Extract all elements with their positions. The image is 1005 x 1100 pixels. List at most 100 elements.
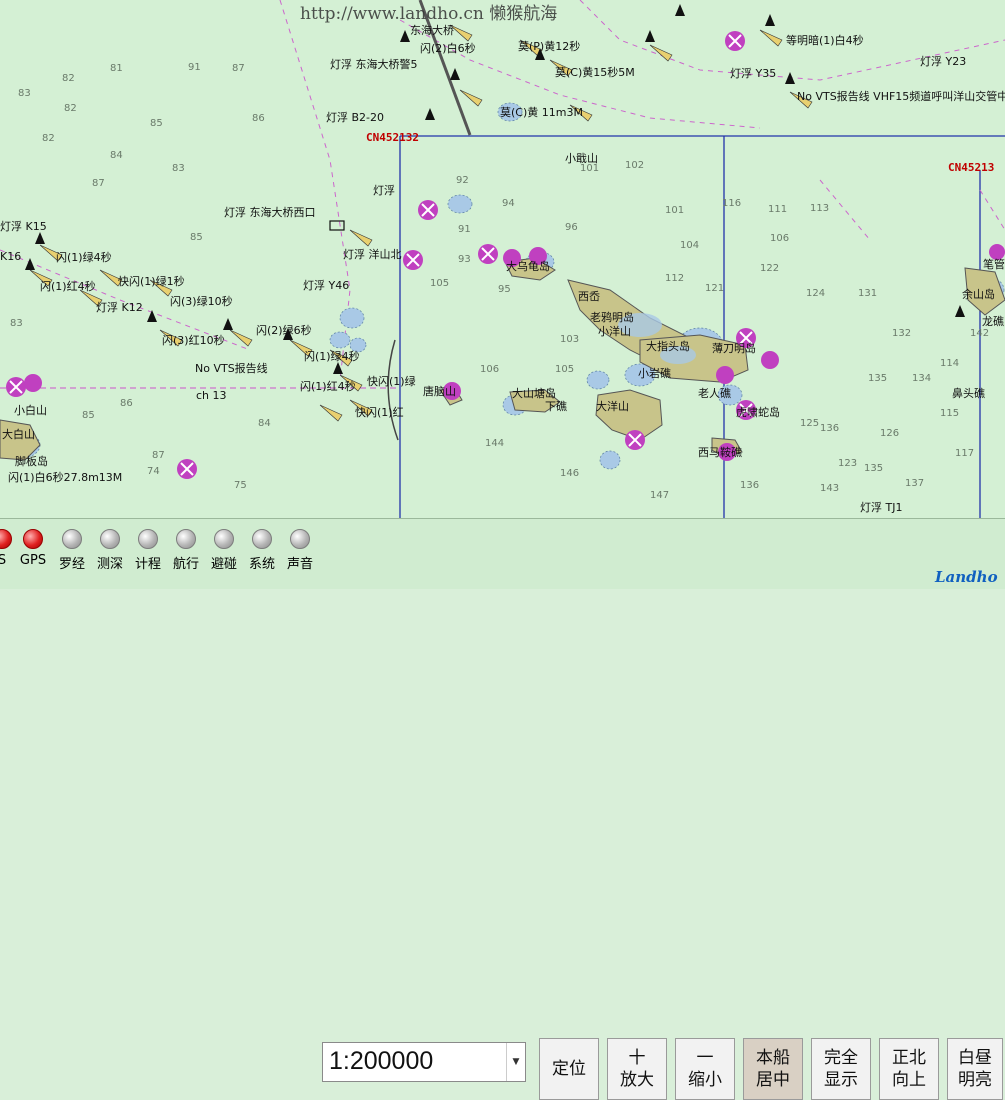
sounding: 93 bbox=[458, 254, 471, 265]
sounding: 106 bbox=[480, 364, 499, 375]
status-light-icon bbox=[290, 529, 310, 549]
sounding: 87 bbox=[152, 450, 165, 461]
status-indicator: 声音 bbox=[280, 529, 320, 572]
chart-svg[interactable]: 82 81 82 91 87 82 83 85 84 87 83 86 92 94 102 91 101 93 95… bbox=[0, 0, 1005, 518]
place-label: 唐脑山 bbox=[423, 384, 456, 398]
cell-id: CN45213 bbox=[948, 161, 994, 174]
traffic-lanes bbox=[0, 0, 1005, 381]
status-label: 航行 bbox=[172, 557, 199, 572]
status-indicator: 罗经 bbox=[52, 529, 92, 572]
day-bright-button[interactable]: 白昼 明亮 bbox=[947, 1038, 1003, 1100]
sounding: 114 bbox=[940, 358, 959, 369]
sounding: 111 bbox=[768, 204, 787, 215]
place-label: 小洋山 bbox=[598, 324, 631, 338]
place-label: 龙礁 bbox=[982, 314, 1004, 328]
place-label: 小白山 bbox=[14, 403, 47, 417]
place-label: 大洋山 bbox=[596, 399, 629, 413]
aid-label: 灯浮 东海大桥警5 bbox=[330, 57, 418, 71]
cell-id-layer: CN452132 CN45213 bbox=[366, 131, 994, 174]
center-ship-button[interactable]: 本船 居中 bbox=[743, 1038, 803, 1100]
sounding: 91 bbox=[458, 224, 471, 235]
sounding: 86 bbox=[252, 113, 265, 124]
status-light-icon bbox=[100, 529, 120, 549]
sounding: 82 bbox=[64, 103, 77, 114]
status-indicator: 避碰 bbox=[204, 529, 244, 572]
aid-label: 闪(1)红4秒 bbox=[40, 279, 96, 293]
place-label: 鼻头礁 bbox=[952, 386, 985, 400]
sounding: 105 bbox=[430, 278, 449, 289]
sounding: 85 bbox=[82, 410, 95, 421]
status-light-icon bbox=[252, 529, 272, 549]
aid-label: 莫(P)黄12秒 bbox=[518, 39, 580, 53]
place-label: 西马鞍礁 bbox=[698, 445, 742, 459]
sounding: 117 bbox=[955, 448, 974, 459]
sounding: 92 bbox=[456, 175, 469, 186]
zoom-out-button[interactable]: 一 缩小 bbox=[675, 1038, 735, 1100]
sounding: 83 bbox=[172, 163, 185, 174]
place-label: 老鸦明岛 bbox=[590, 310, 634, 324]
sounding: 135 bbox=[864, 463, 883, 474]
sounding: 136 bbox=[740, 480, 759, 491]
status-label: 避碰 bbox=[210, 557, 237, 572]
aid-label: 灯浮 Y46 bbox=[303, 279, 349, 292]
aid-label: 闪(3)绿10秒 bbox=[170, 294, 233, 308]
sounding: 143 bbox=[820, 483, 839, 494]
scale-select[interactable]: 1:200000 ▼ bbox=[322, 1042, 526, 1082]
full-display-button[interactable]: 完全 显示 bbox=[811, 1038, 871, 1100]
chart-app: 82 81 82 91 87 82 83 85 84 87 83 86 92 94 102 91 101 93 95… bbox=[0, 0, 1005, 1100]
aid-label: 闪(3)红10秒 bbox=[162, 333, 225, 347]
aid-label: 灯浮 B2-20 bbox=[326, 111, 384, 124]
sounding: 142 bbox=[970, 328, 989, 339]
sounding: 85 bbox=[150, 118, 163, 129]
locate-button[interactable]: 定位 bbox=[539, 1038, 599, 1100]
sounding: 147 bbox=[650, 490, 669, 501]
place-label: 下礁 bbox=[545, 399, 567, 413]
sounding: 123 bbox=[838, 458, 857, 469]
place-label: 大白山 bbox=[2, 427, 35, 441]
cell-id: CN452132 bbox=[366, 131, 419, 144]
sounding: 136 bbox=[820, 423, 839, 434]
status-label: 系统 bbox=[248, 557, 275, 572]
sounding: 144 bbox=[485, 438, 504, 449]
place-label: 老人礁 bbox=[698, 386, 731, 400]
landho-logo: Landho bbox=[935, 568, 998, 586]
aid-label: 莫(C)黄 11m3M bbox=[500, 105, 583, 119]
sounding: 95 bbox=[498, 284, 511, 295]
sounding: 83 bbox=[10, 318, 23, 329]
sounding: 126 bbox=[880, 428, 899, 439]
aid-label: 灯浮 东海大桥西口 bbox=[224, 205, 316, 219]
status-indicator: 系统 bbox=[242, 529, 282, 572]
sounding: 106 bbox=[770, 233, 789, 244]
sounding: 86 bbox=[120, 398, 133, 409]
aid-label: 灯浮 Y23 bbox=[920, 55, 966, 68]
sounding: 82 bbox=[62, 73, 75, 84]
aid-label: 灯浮 K12 bbox=[96, 301, 143, 314]
sounding: 115 bbox=[940, 408, 959, 419]
nautical-chart[interactable]: 82 81 82 91 87 82 83 85 84 87 83 86 92 94 102 91 101 93 95… bbox=[0, 0, 1005, 518]
status-light-icon bbox=[0, 529, 12, 549]
place-label: 西岙 bbox=[578, 290, 600, 303]
sounding: 137 bbox=[905, 478, 924, 489]
north-up-button[interactable]: 正北 向上 bbox=[879, 1038, 939, 1100]
sounding: 134 bbox=[912, 373, 931, 384]
status-label: 罗经 bbox=[58, 557, 85, 572]
place-label: 大指头岛 bbox=[646, 339, 690, 353]
sounding: 132 bbox=[892, 328, 911, 339]
aid-label: 灯浮 TJ1 bbox=[860, 501, 902, 514]
aid-label: 灯浮 K15 bbox=[0, 220, 47, 233]
place-label: 薄刀明岛 bbox=[712, 341, 756, 355]
sounding: 105 bbox=[555, 364, 574, 375]
status-label: 声音 bbox=[286, 557, 313, 572]
sounding: 82 bbox=[42, 133, 55, 144]
status-label: GPS bbox=[19, 553, 47, 568]
aid-label: 灯浮 bbox=[373, 184, 395, 197]
sounding: 84 bbox=[110, 150, 123, 161]
status-light-icon bbox=[176, 529, 196, 549]
sounding: 81 bbox=[110, 63, 123, 74]
sounding: 103 bbox=[560, 334, 579, 345]
status-light-icon bbox=[214, 529, 234, 549]
zoom-in-button[interactable]: 十 放大 bbox=[607, 1038, 667, 1100]
aid-label: No VTS报告线 bbox=[195, 361, 268, 375]
chevron-down-icon[interactable]: ▼ bbox=[506, 1043, 525, 1081]
aid-label: 东海大桥 bbox=[410, 23, 454, 37]
